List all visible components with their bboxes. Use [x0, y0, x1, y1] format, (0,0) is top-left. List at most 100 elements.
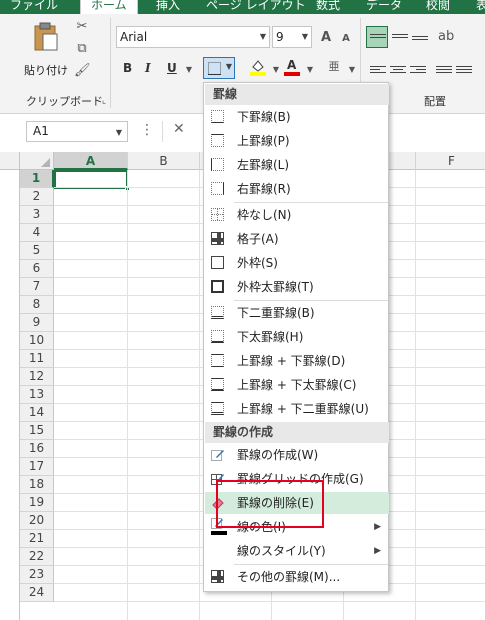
bold-button[interactable]: B: [123, 61, 132, 75]
increase-indent-icon[interactable]: [456, 64, 472, 76]
tab-review[interactable]: 校閲: [426, 0, 450, 14]
menu-item-thick-box-border[interactable]: 外枠太罫線(T): [205, 276, 389, 298]
chevron-down-icon[interactable]: ▼: [302, 63, 318, 77]
grow-font-button[interactable]: A: [318, 31, 334, 45]
row-header-13[interactable]: 13: [20, 386, 54, 404]
menu-item-line-style[interactable]: 線のスタイル(Y) ▶: [205, 540, 389, 562]
row-header-24[interactable]: 24: [20, 584, 54, 602]
column-gridline: [199, 170, 200, 620]
thick-box-border-icon: [211, 280, 224, 293]
align-bottom-icon[interactable]: [412, 34, 428, 46]
row-header-1[interactable]: 1: [20, 170, 54, 188]
row-header-14[interactable]: 14: [20, 404, 54, 422]
menu-item-right-border[interactable]: 右罫線(R): [205, 178, 389, 200]
phonetic-guide-icon[interactable]: 亜: [326, 60, 342, 74]
row-header-11[interactable]: 11: [20, 350, 54, 368]
row-header-10[interactable]: 10: [20, 332, 54, 350]
row-header-8[interactable]: 8: [20, 296, 54, 314]
menu-item-top-border[interactable]: 上罫線(P): [205, 130, 389, 152]
border-icon: [208, 62, 221, 75]
row-header-23[interactable]: 23: [20, 566, 54, 584]
tab-formulas[interactable]: 数式: [316, 0, 340, 14]
row-header-6[interactable]: 6: [20, 260, 54, 278]
chevron-down-icon[interactable]: ▼: [181, 63, 197, 77]
submenu-arrow-icon: ▶: [374, 522, 381, 532]
row-header-9[interactable]: 9: [20, 314, 54, 332]
font-color-swatch: [284, 72, 300, 76]
row-header-21[interactable]: 21: [20, 530, 54, 548]
column-header-b[interactable]: B: [128, 152, 200, 170]
tab-page-layout[interactable]: ページ レイアウト: [206, 0, 306, 14]
menu-item-no-border[interactable]: 枠なし(N): [205, 204, 389, 226]
align-left-icon[interactable]: [370, 64, 386, 76]
menu-item-more-borders[interactable]: その他の罫線(M)...: [205, 566, 389, 588]
column-header-f[interactable]: F: [416, 152, 485, 170]
chevron-down-icon[interactable]: ▼: [268, 63, 284, 77]
menu-item-draw-border[interactable]: 罫線の作成(W): [205, 444, 389, 466]
borders-button[interactable]: ▼: [203, 57, 235, 79]
tab-data[interactable]: データ: [366, 0, 402, 14]
decrease-indent-icon[interactable]: [436, 64, 452, 76]
font-name-select[interactable]: Arial ▼: [116, 26, 270, 48]
font-color-button[interactable]: A: [284, 58, 300, 76]
top-double-bottom-border-icon: [211, 402, 224, 415]
font-size-select[interactable]: 9 ▼: [272, 26, 312, 48]
ribbon-tab-strip: ファイル ホーム 挿入 ページ レイアウト 数式 データ 校閲 表: [0, 0, 485, 14]
italic-button[interactable]: I: [145, 61, 151, 75]
cut-icon[interactable]: ✂: [74, 20, 90, 34]
chevron-down-icon[interactable]: ▼: [344, 63, 360, 77]
tab-view[interactable]: 表: [476, 0, 485, 14]
menu-item-left-border[interactable]: 左罫線(L): [205, 154, 389, 176]
menu-item-bottom-border[interactable]: 下罫線(B): [205, 106, 389, 128]
top-thick-bottom-border-icon: [211, 378, 224, 391]
copy-icon[interactable]: ⧉: [74, 42, 90, 56]
row-header-3[interactable]: 3: [20, 206, 54, 224]
menu-item-bottom-double-border[interactable]: 下二重罫線(B): [205, 302, 389, 324]
underline-button[interactable]: U: [167, 61, 177, 75]
chevron-down-icon: ▼: [115, 128, 122, 137]
column-header-a[interactable]: A: [54, 152, 128, 170]
menu-item-label: 上罫線 + 下罫線(D): [237, 354, 346, 368]
name-box[interactable]: A1 ▼: [26, 121, 128, 142]
menu-item-all-borders[interactable]: 格子(A): [205, 228, 389, 250]
menu-item-outside-borders[interactable]: 外枠(S): [205, 252, 389, 274]
menu-item-label: 下太罫線(H): [237, 330, 304, 344]
tab-insert[interactable]: 挿入: [156, 0, 180, 14]
row-header-20[interactable]: 20: [20, 512, 54, 530]
row-header-2[interactable]: 2: [20, 188, 54, 206]
menu-item-top-double-bottom-border[interactable]: 上罫線 + 下二重罫線(U): [205, 398, 389, 420]
menu-item-top-thick-bottom-border[interactable]: 上罫線 + 下太罫線(C): [205, 374, 389, 396]
tab-home[interactable]: ホーム: [80, 0, 138, 14]
submenu-arrow-icon: ▶: [374, 546, 381, 556]
row-header-15[interactable]: 15: [20, 422, 54, 440]
tab-file[interactable]: ファイル: [10, 0, 58, 14]
row-header-5[interactable]: 5: [20, 242, 54, 260]
row-header-19[interactable]: 19: [20, 494, 54, 512]
format-painter-icon[interactable]: 🖌: [74, 64, 91, 78]
top-align-button[interactable]: [366, 26, 388, 48]
select-all-corner[interactable]: [0, 152, 54, 170]
row-header-18[interactable]: 18: [20, 476, 54, 494]
row-header-4[interactable]: 4: [20, 224, 54, 242]
row-header-17[interactable]: 17: [20, 458, 54, 476]
row-header-22[interactable]: 22: [20, 548, 54, 566]
text-orientation-icon[interactable]: ab: [438, 30, 454, 44]
top-bottom-border-icon: [211, 354, 224, 367]
fill-color-icon[interactable]: [250, 58, 266, 76]
row-header-12[interactable]: 12: [20, 368, 54, 386]
menu-item-thick-bottom-border[interactable]: 下太罫線(H): [205, 326, 389, 348]
font-color-glyph: A: [287, 58, 297, 72]
menu-item-label: 外枠太罫線(T): [237, 280, 314, 294]
cancel-icon[interactable]: ✕: [173, 121, 185, 137]
row-header-16[interactable]: 16: [20, 440, 54, 458]
menu-item-top-bottom-border[interactable]: 上罫線 + 下罫線(D): [205, 350, 389, 372]
align-center-icon[interactable]: [390, 64, 406, 76]
align-right-icon[interactable]: [410, 64, 426, 76]
align-middle-icon[interactable]: [392, 32, 408, 44]
row-header-7[interactable]: 7: [20, 278, 54, 296]
group-divider: [110, 18, 111, 108]
shrink-font-button[interactable]: A: [338, 32, 354, 46]
menu-item-label: 外枠(S): [237, 256, 278, 270]
chevron-down-icon: ▼: [225, 62, 232, 71]
more-options-icon[interactable]: ⋮: [140, 122, 154, 138]
